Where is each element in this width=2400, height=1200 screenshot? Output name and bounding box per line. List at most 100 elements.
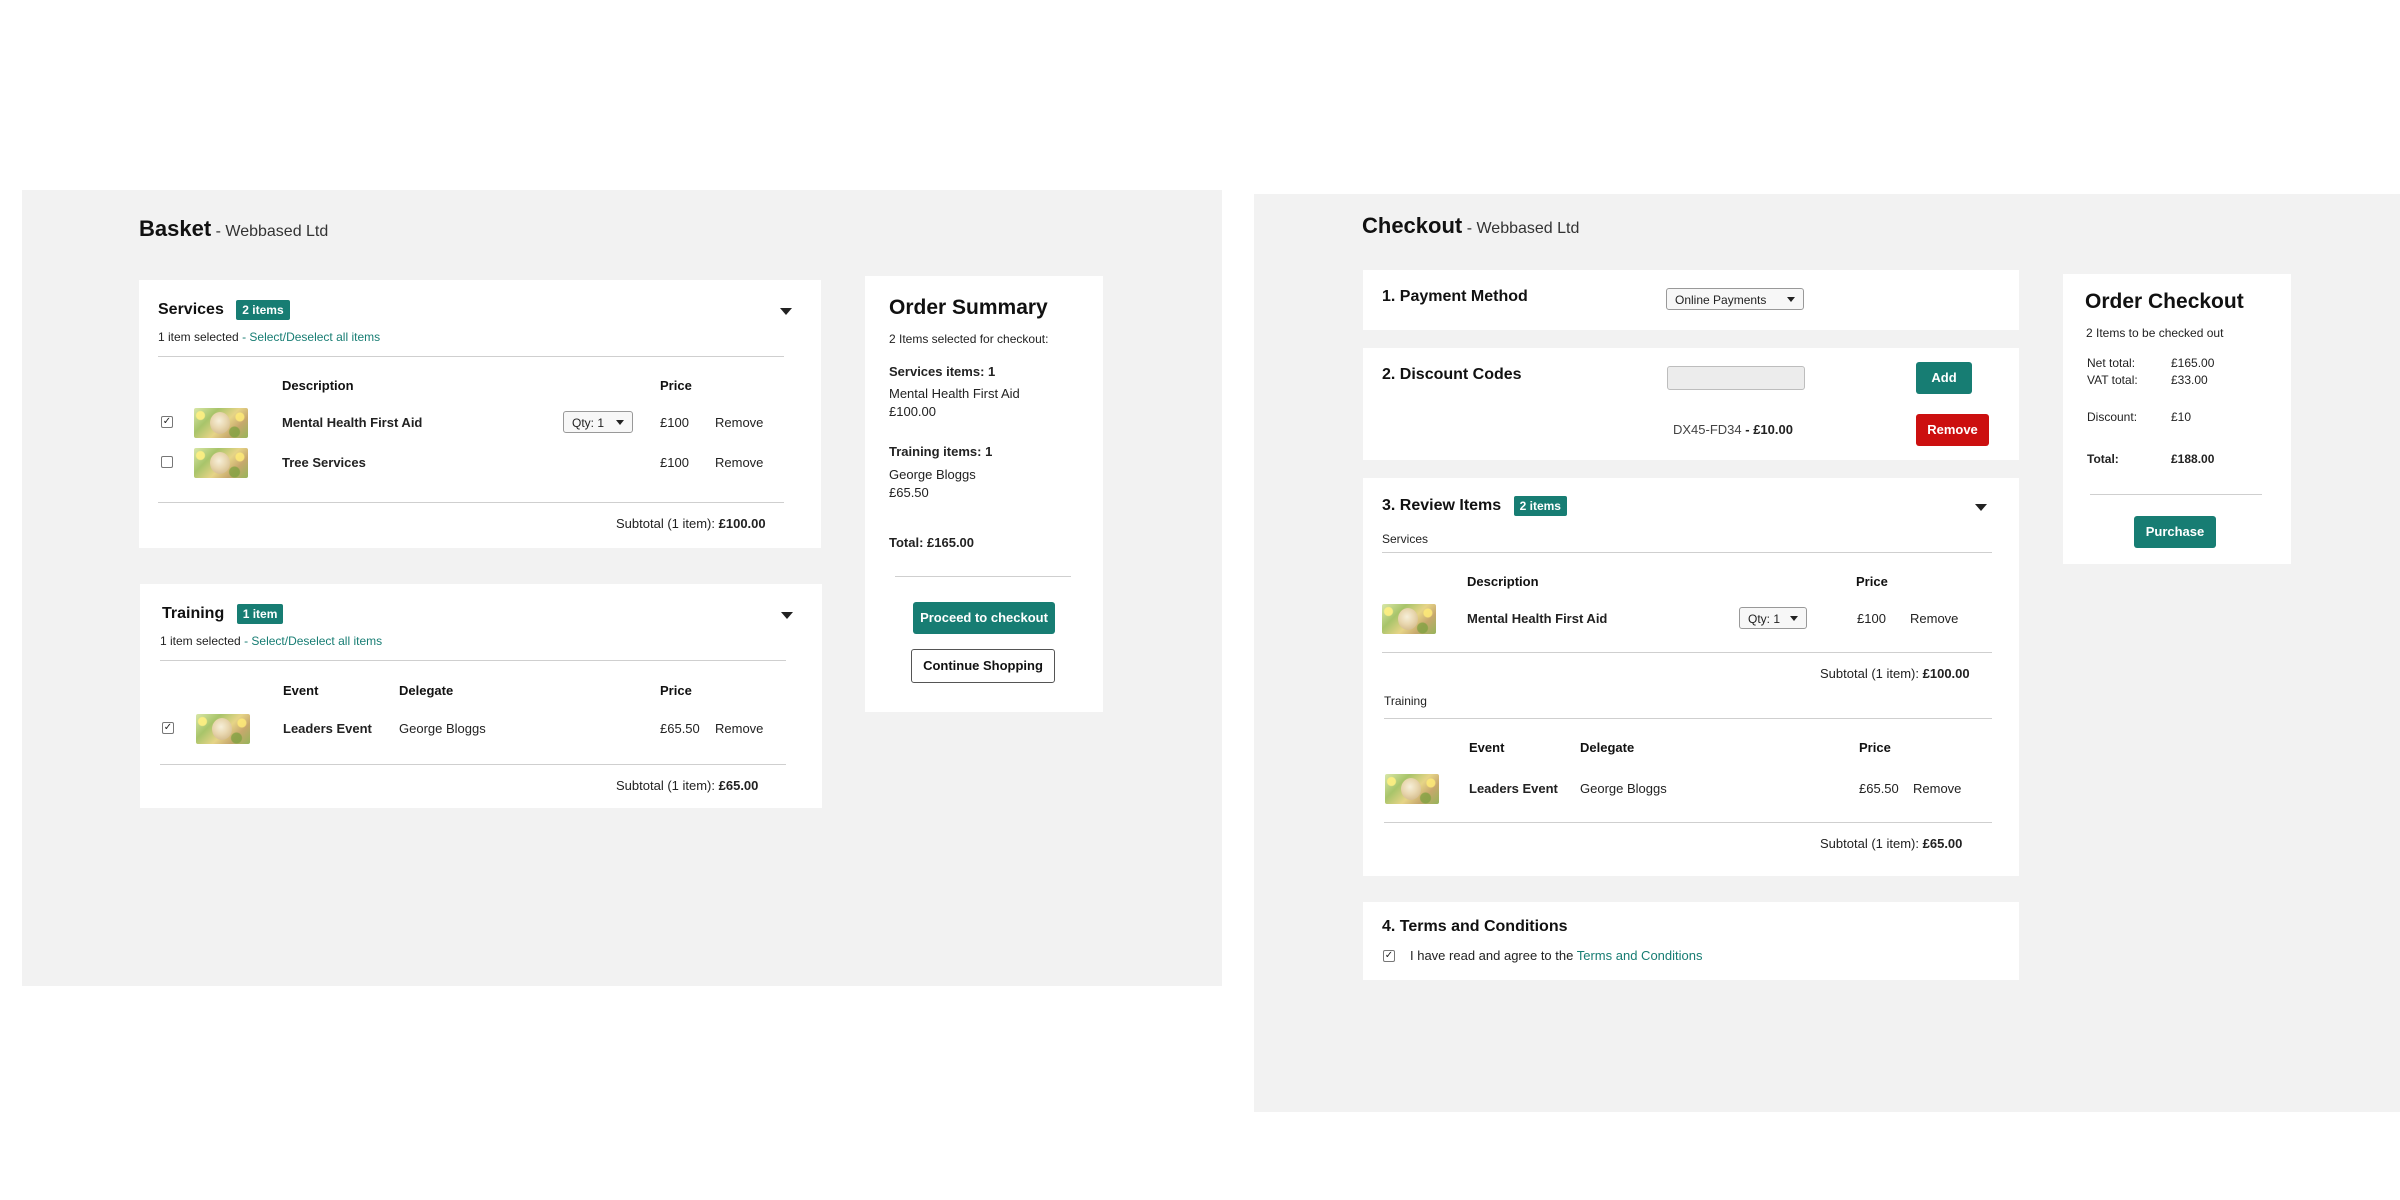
proceed-to-checkout-button[interactable]: Proceed to checkout: [913, 602, 1055, 634]
total-value: £188.00: [2171, 452, 2215, 466]
row-checkbox[interactable]: ✓: [162, 722, 174, 734]
remove-link[interactable]: Remove: [715, 455, 763, 470]
payment-method-value: Online Payments: [1675, 293, 1767, 307]
terms-agreement: I have read and agree to the Terms and C…: [1410, 948, 1703, 963]
training-title: Training: [162, 605, 225, 622]
remove-link[interactable]: Remove: [1910, 611, 1958, 626]
quantity-select[interactable]: Qty: 1: [563, 411, 633, 433]
summary-training-price: £65.50: [889, 485, 929, 500]
remove-link[interactable]: Remove: [1913, 781, 1961, 796]
remove-link[interactable]: Remove: [715, 415, 763, 430]
page-title: Basket - Webbased Ltd: [139, 216, 328, 242]
terms-checkbox[interactable]: ✓: [1383, 950, 1395, 962]
services-card: Services 2 items 1 item selected - Selec…: [139, 280, 821, 548]
select-all-link[interactable]: - Select/Deselect all items: [244, 634, 382, 648]
basket-panel: Basket - Webbased Ltd Services 2 items 1…: [22, 190, 1222, 986]
collapse-caret-icon[interactable]: [780, 308, 792, 315]
services-selected-text: 1 item selected: [158, 330, 239, 344]
summary-training-item: George Bloggs: [889, 467, 976, 482]
review-services-subtotal: Subtotal (1 item): £100.00: [1820, 666, 1970, 681]
order-checkout-card: Order Checkout 2 Items to be checked out…: [2063, 274, 2291, 564]
training-subtotal: Subtotal (1 item): £65.00: [616, 778, 759, 793]
applied-discount: DX45-FD34 - £10.00: [1673, 422, 1793, 437]
col-event: Event: [1469, 740, 1505, 755]
product-thumbnail: [194, 448, 248, 478]
col-description: Description: [1467, 574, 1539, 589]
training-selected-text: 1 item selected: [160, 634, 241, 648]
vat-total-value: £33.00: [2171, 373, 2208, 387]
product-thumbnail: [1385, 774, 1439, 804]
checkout-subtitle: - Webbased Ltd: [1466, 220, 1580, 237]
summary-selected-text: 2 Items selected for checkout:: [889, 332, 1049, 346]
review-services-label: Services: [1382, 532, 1429, 546]
terms-link[interactable]: Terms and Conditions: [1577, 948, 1703, 963]
collapse-caret-icon[interactable]: [781, 612, 793, 619]
product-link[interactable]: Tree Services: [282, 455, 366, 470]
summary-total: Total: £165.00: [889, 535, 975, 550]
purchase-button[interactable]: Purchase: [2134, 516, 2216, 548]
net-total-value: £165.00: [2171, 356, 2215, 370]
quantity-value: Qty: 1: [572, 416, 605, 430]
review-items-title: 3. Review Items: [1382, 497, 1502, 514]
payment-method-card: 1. Payment Method Online Payments: [1363, 270, 2019, 330]
item-price: £65.50: [660, 721, 700, 736]
product-thumbnail: [196, 714, 250, 744]
product-link[interactable]: Mental Health First Aid: [1467, 611, 1607, 626]
discount-code-input[interactable]: [1667, 366, 1805, 390]
total-label: Total:: [2087, 452, 2119, 466]
col-description: Description: [282, 378, 354, 393]
remove-link[interactable]: Remove: [715, 721, 763, 736]
discount-codes-title: 2. Discount Codes: [1382, 366, 1522, 383]
basket-title: Basket: [139, 216, 212, 241]
payment-method-select[interactable]: Online Payments: [1666, 288, 1804, 310]
summary-services-label: Services items: 1: [889, 364, 996, 379]
services-badge: 2 items: [236, 300, 290, 320]
summary-services-price: £100.00: [889, 404, 936, 419]
order-summary-card: Order Summary 2 Items selected for check…: [865, 276, 1103, 712]
discount-codes-card: 2. Discount Codes Add DX45-FD34 - £10.00…: [1363, 348, 2019, 460]
continue-shopping-button[interactable]: Continue Shopping: [911, 649, 1055, 683]
col-price: Price: [1859, 740, 1891, 755]
chevron-down-icon: [1790, 616, 1798, 621]
terms-card: 4. Terms and Conditions ✓ I have read an…: [1363, 902, 2019, 980]
checkout-count: 2 Items to be checked out: [2086, 326, 2224, 340]
product-thumbnail: [194, 408, 248, 438]
summary-training-label: Training items: 1: [889, 444, 993, 459]
collapse-caret-icon[interactable]: [1975, 504, 1987, 511]
quantity-value: Qty: 1: [1748, 612, 1781, 626]
row-checkbox[interactable]: ✓: [161, 416, 173, 428]
product-link[interactable]: Mental Health First Aid: [282, 415, 422, 430]
discount-label: Discount:: [2087, 410, 2138, 424]
checkout-panel: Checkout - Webbased Ltd 1. Payment Metho…: [1254, 194, 2400, 1112]
vat-total-label: VAT total:: [2087, 373, 2138, 387]
delegate-name: George Bloggs: [399, 721, 486, 736]
event-link[interactable]: Leaders Event: [283, 721, 372, 736]
delegate-name: George Bloggs: [1580, 781, 1667, 796]
product-thumbnail: [1382, 604, 1436, 634]
quantity-select[interactable]: Qty: 1: [1739, 607, 1807, 629]
services-title: Services: [158, 301, 224, 318]
discount-value: £10: [2171, 410, 2192, 424]
review-items-badge: 2 items: [1513, 496, 1567, 516]
checkout-title: Checkout: [1362, 213, 1463, 238]
services-subtotal: Subtotal (1 item): £100.00: [616, 516, 766, 531]
select-all-link[interactable]: - Select/Deselect all items: [242, 330, 380, 344]
terms-title: 4. Terms and Conditions: [1382, 918, 1568, 935]
col-delegate: Delegate: [1580, 740, 1635, 755]
payment-method-title: 1. Payment Method: [1382, 288, 1528, 305]
review-training-label: Training: [1384, 694, 1427, 708]
order-checkout-title: Order Checkout: [2085, 290, 2244, 313]
net-total-label: Net total:: [2087, 356, 2136, 370]
chevron-down-icon: [1787, 297, 1795, 302]
basket-subtitle: - Webbased Ltd: [215, 223, 329, 240]
col-delegate: Delegate: [399, 683, 454, 698]
col-event: Event: [283, 683, 319, 698]
col-price: Price: [660, 683, 692, 698]
row-checkbox[interactable]: [161, 456, 173, 468]
training-card: Training 1 item 1 item selected - Select…: [140, 584, 822, 808]
remove-discount-button[interactable]: Remove: [1916, 414, 1989, 446]
review-training-subtotal: Subtotal (1 item): £65.00: [1820, 836, 1963, 851]
order-summary-title: Order Summary: [889, 296, 1048, 319]
event-link[interactable]: Leaders Event: [1469, 781, 1558, 796]
add-discount-button[interactable]: Add: [1916, 362, 1972, 394]
